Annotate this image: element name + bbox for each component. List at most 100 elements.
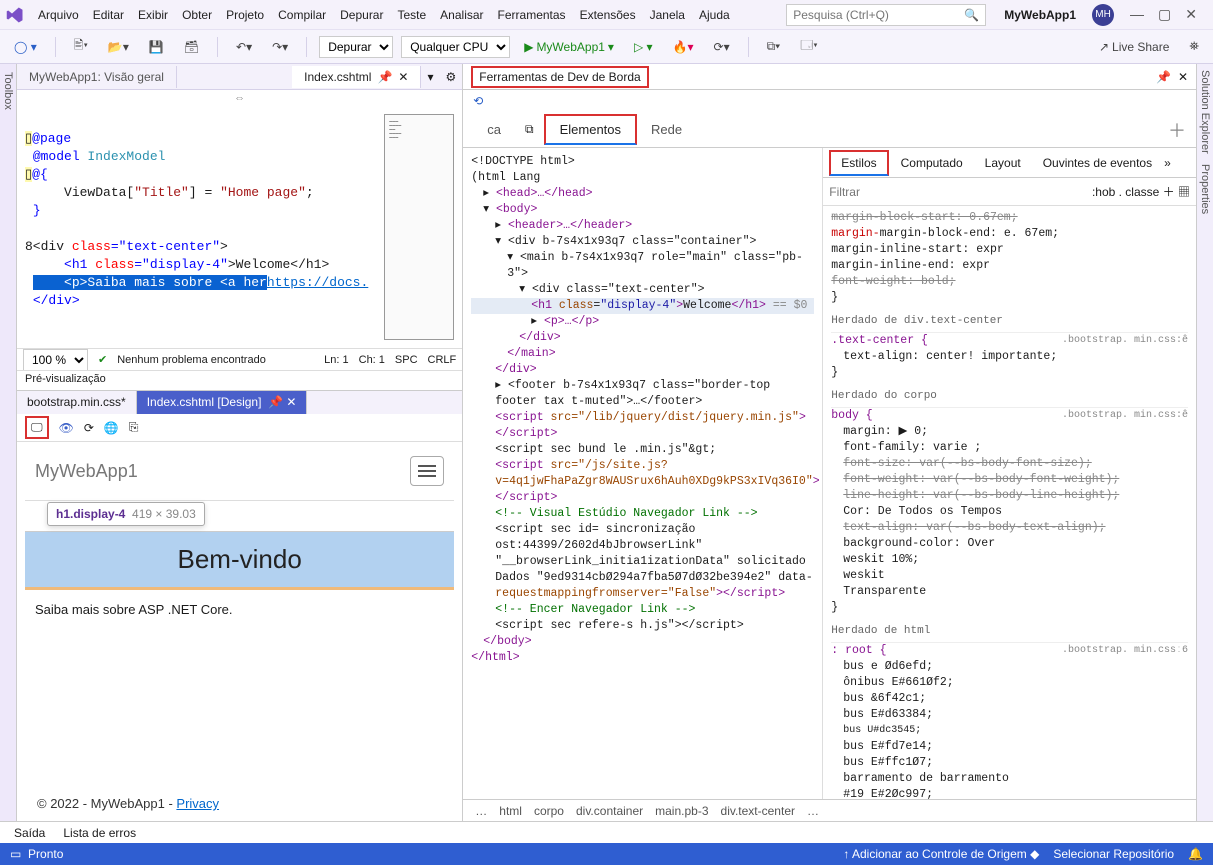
- close-icon[interactable]: ✕: [1185, 6, 1197, 23]
- split-handle-icon[interactable]: ⇔: [17, 90, 462, 106]
- tab-lista-erros[interactable]: Lista de erros: [63, 826, 136, 840]
- search-box[interactable]: 🔍: [786, 4, 986, 26]
- statusbar: ▭ Pronto ↑ Adicionar ao Controle de Orig…: [0, 843, 1213, 865]
- redo-button[interactable]: ↷▾: [266, 37, 294, 57]
- editor-status-row: 100 % ✔ Nenhum problema encontrado Ln: 1…: [17, 348, 462, 370]
- ok-icon: ✔: [98, 353, 107, 366]
- copy-icon[interactable]: ⎘: [129, 420, 139, 435]
- menu-editar[interactable]: Editar: [87, 5, 130, 25]
- menu-analisar[interactable]: Analisar: [434, 5, 489, 25]
- menu-ajuda[interactable]: Ajuda: [693, 5, 736, 25]
- toolbox-sidebar-tab[interactable]: Toolbox: [0, 64, 17, 821]
- properties-sidebar-tab[interactable]: Properties: [1199, 164, 1211, 214]
- save-all-button[interactable]: 🗃: [178, 37, 205, 57]
- devtools-close-icon[interactable]: ✕: [1178, 70, 1188, 84]
- styles-tab-computado[interactable]: Computado: [891, 152, 973, 174]
- editor-tabstrip: MyWebApp1: Visão geral Index.cshtml 📌 ✕ …: [17, 64, 462, 90]
- hamburger-icon[interactable]: [410, 456, 444, 486]
- pin-icon[interactable]: 📌: [1156, 70, 1171, 84]
- styles-tabs: Estilos Computado Layout Ouvintes de eve…: [823, 148, 1196, 178]
- styles-tab-estilos[interactable]: Estilos: [829, 150, 888, 176]
- privacy-link[interactable]: Privacy: [176, 796, 219, 811]
- zoom-select[interactable]: 100 %: [23, 349, 88, 371]
- tab-bootstrap-css[interactable]: bootstrap.min.css*: [17, 391, 137, 414]
- styles-tab-layout[interactable]: Layout: [975, 152, 1031, 174]
- search-icon: 🔍: [964, 8, 979, 22]
- ready-label: Pronto: [28, 847, 63, 861]
- refresh-button[interactable]: ⟳▾: [708, 37, 736, 57]
- config-select[interactable]: Depurar: [319, 36, 393, 58]
- inspect-element-icon[interactable]: ⧉: [515, 122, 544, 137]
- minimize-icon[interactable]: —: [1130, 6, 1144, 23]
- new-item-button[interactable]: 🖹▾: [68, 33, 94, 60]
- desktop-view-button[interactable]: 🖵: [25, 416, 49, 439]
- devtools-titlebar: Ferramentas de Dev de Borda 📌 ✕: [463, 64, 1196, 90]
- save-button[interactable]: 💾: [143, 37, 170, 57]
- menu-janela[interactable]: Janela: [644, 5, 691, 25]
- tab-overview[interactable]: MyWebApp1: Visão geral: [17, 66, 177, 88]
- menu-arquivo[interactable]: Arquivo: [32, 5, 85, 25]
- admin-icon[interactable]: ⛯: [1183, 36, 1205, 57]
- browser-link-button[interactable]: ⧉▾: [761, 36, 787, 57]
- avatar[interactable]: MH: [1092, 4, 1114, 26]
- add-source-control-button[interactable]: ↑ Adicionar ao Controle de Origem ◆: [843, 847, 1039, 861]
- search-input[interactable]: [793, 8, 964, 22]
- hot-reload-button[interactable]: 🔥▾: [667, 37, 700, 57]
- browser-icon[interactable]: 🌐: [104, 421, 119, 435]
- dt-tab-network[interactable]: Rede: [637, 116, 696, 143]
- dom-tree[interactable]: <!DOCTYPE html> (html Lang ▸ <head>…</he…: [463, 148, 823, 799]
- welcome-heading: Bem-vindo: [25, 531, 454, 590]
- more-icon[interactable]: »: [1164, 156, 1171, 170]
- preview-footer: © 2022 - MyWebApp1 - Privacy: [37, 796, 219, 811]
- platform-select[interactable]: Qualquer CPU: [401, 36, 510, 58]
- styles-tab-eventos[interactable]: Ouvintes de eventos: [1033, 152, 1162, 174]
- styles-rules[interactable]: margin-block-start: 0.67em; margin-margi…: [823, 206, 1196, 799]
- select-repo-button[interactable]: Selecionar Repositório: [1053, 847, 1174, 861]
- tab-saida[interactable]: Saída: [14, 826, 45, 840]
- menu-exibir[interactable]: Exibir: [132, 5, 174, 25]
- minimap[interactable]: ▬▬▬▬▬▬▬▬▬▬▬▬▬▬▬▬: [384, 114, 454, 340]
- menu-obter[interactable]: Obter: [176, 5, 218, 25]
- problems-label: Nenhum problema encontrado: [117, 354, 266, 366]
- menu-compilar[interactable]: Compilar: [272, 5, 332, 25]
- styles-filter-input[interactable]: [829, 185, 984, 199]
- code-editor[interactable]: ▯@page @model IndexModel ▯@{ ViewData["T…: [17, 106, 462, 348]
- gear-icon[interactable]: ⚙: [440, 70, 463, 84]
- web-toolbar-button[interactable]: 🗔▾: [794, 33, 823, 60]
- line-label: Ln: 1: [324, 354, 348, 366]
- back-arrow-icon[interactable]: ⟲: [463, 90, 1196, 112]
- lower-tabstrip: bootstrap.min.css* Index.cshtml [Design]…: [17, 390, 462, 414]
- tab-overflow-icon[interactable]: ▾: [421, 70, 439, 84]
- element-tooltip: h1.display-4 419 × 39.03: [47, 502, 205, 526]
- run-button[interactable]: ▶ MyWebApp1 ▾: [518, 37, 620, 57]
- menu-extensoes[interactable]: Extensões: [574, 5, 642, 25]
- preview-tab-label[interactable]: Pré-visualização: [17, 370, 462, 390]
- run-noconfig-button[interactable]: ▷ ▾: [628, 37, 659, 57]
- visual-studio-icon: [6, 6, 24, 24]
- tab-design[interactable]: Index.cshtml [Design] 📌 ✕: [137, 391, 308, 414]
- dt-tab-elements[interactable]: Elementos: [544, 114, 637, 145]
- inspect-icon[interactable]: 👁: [59, 421, 74, 435]
- menu-depurar[interactable]: Depurar: [334, 5, 389, 25]
- pin-icon[interactable]: 📌: [377, 70, 392, 84]
- solution-name: MyWebApp1: [994, 8, 1086, 22]
- dom-breadcrumbs[interactable]: … html corpo div.container main.pb-3 div…: [463, 799, 1196, 821]
- hov-cls-label[interactable]: :hob . classe ＋ ▦: [1092, 183, 1190, 200]
- live-share-button[interactable]: ↗ Live Share: [1093, 37, 1175, 57]
- back-button[interactable]: ◯ ▾: [8, 37, 43, 57]
- menu-projeto[interactable]: Projeto: [220, 5, 270, 25]
- preview-toolbar: 🖵 👁 ⟳ 🌐 ⎘: [17, 414, 462, 442]
- maximize-icon[interactable]: ▢: [1158, 6, 1171, 23]
- menu-teste[interactable]: Teste: [391, 5, 432, 25]
- bell-icon[interactable]: 🔔: [1188, 847, 1203, 861]
- solution-explorer-sidebar-tab[interactable]: Solution Explorer: [1199, 70, 1211, 154]
- undo-button[interactable]: ↶▾: [230, 37, 258, 57]
- open-button[interactable]: 📂▾: [102, 37, 135, 57]
- dt-tab-welcome[interactable]: ca: [473, 116, 515, 143]
- preview-pane[interactable]: MyWebApp1 h1.display-4 419 × 39.03 Bem-v…: [17, 442, 462, 821]
- menu-ferramentas[interactable]: Ferramentas: [492, 5, 572, 25]
- close-tab-icon[interactable]: ✕: [398, 70, 408, 84]
- reload-icon[interactable]: ⟳: [84, 421, 94, 435]
- tab-index-cshtml[interactable]: Index.cshtml 📌 ✕: [292, 66, 421, 88]
- add-tab-icon[interactable]: ＋: [1168, 117, 1186, 143]
